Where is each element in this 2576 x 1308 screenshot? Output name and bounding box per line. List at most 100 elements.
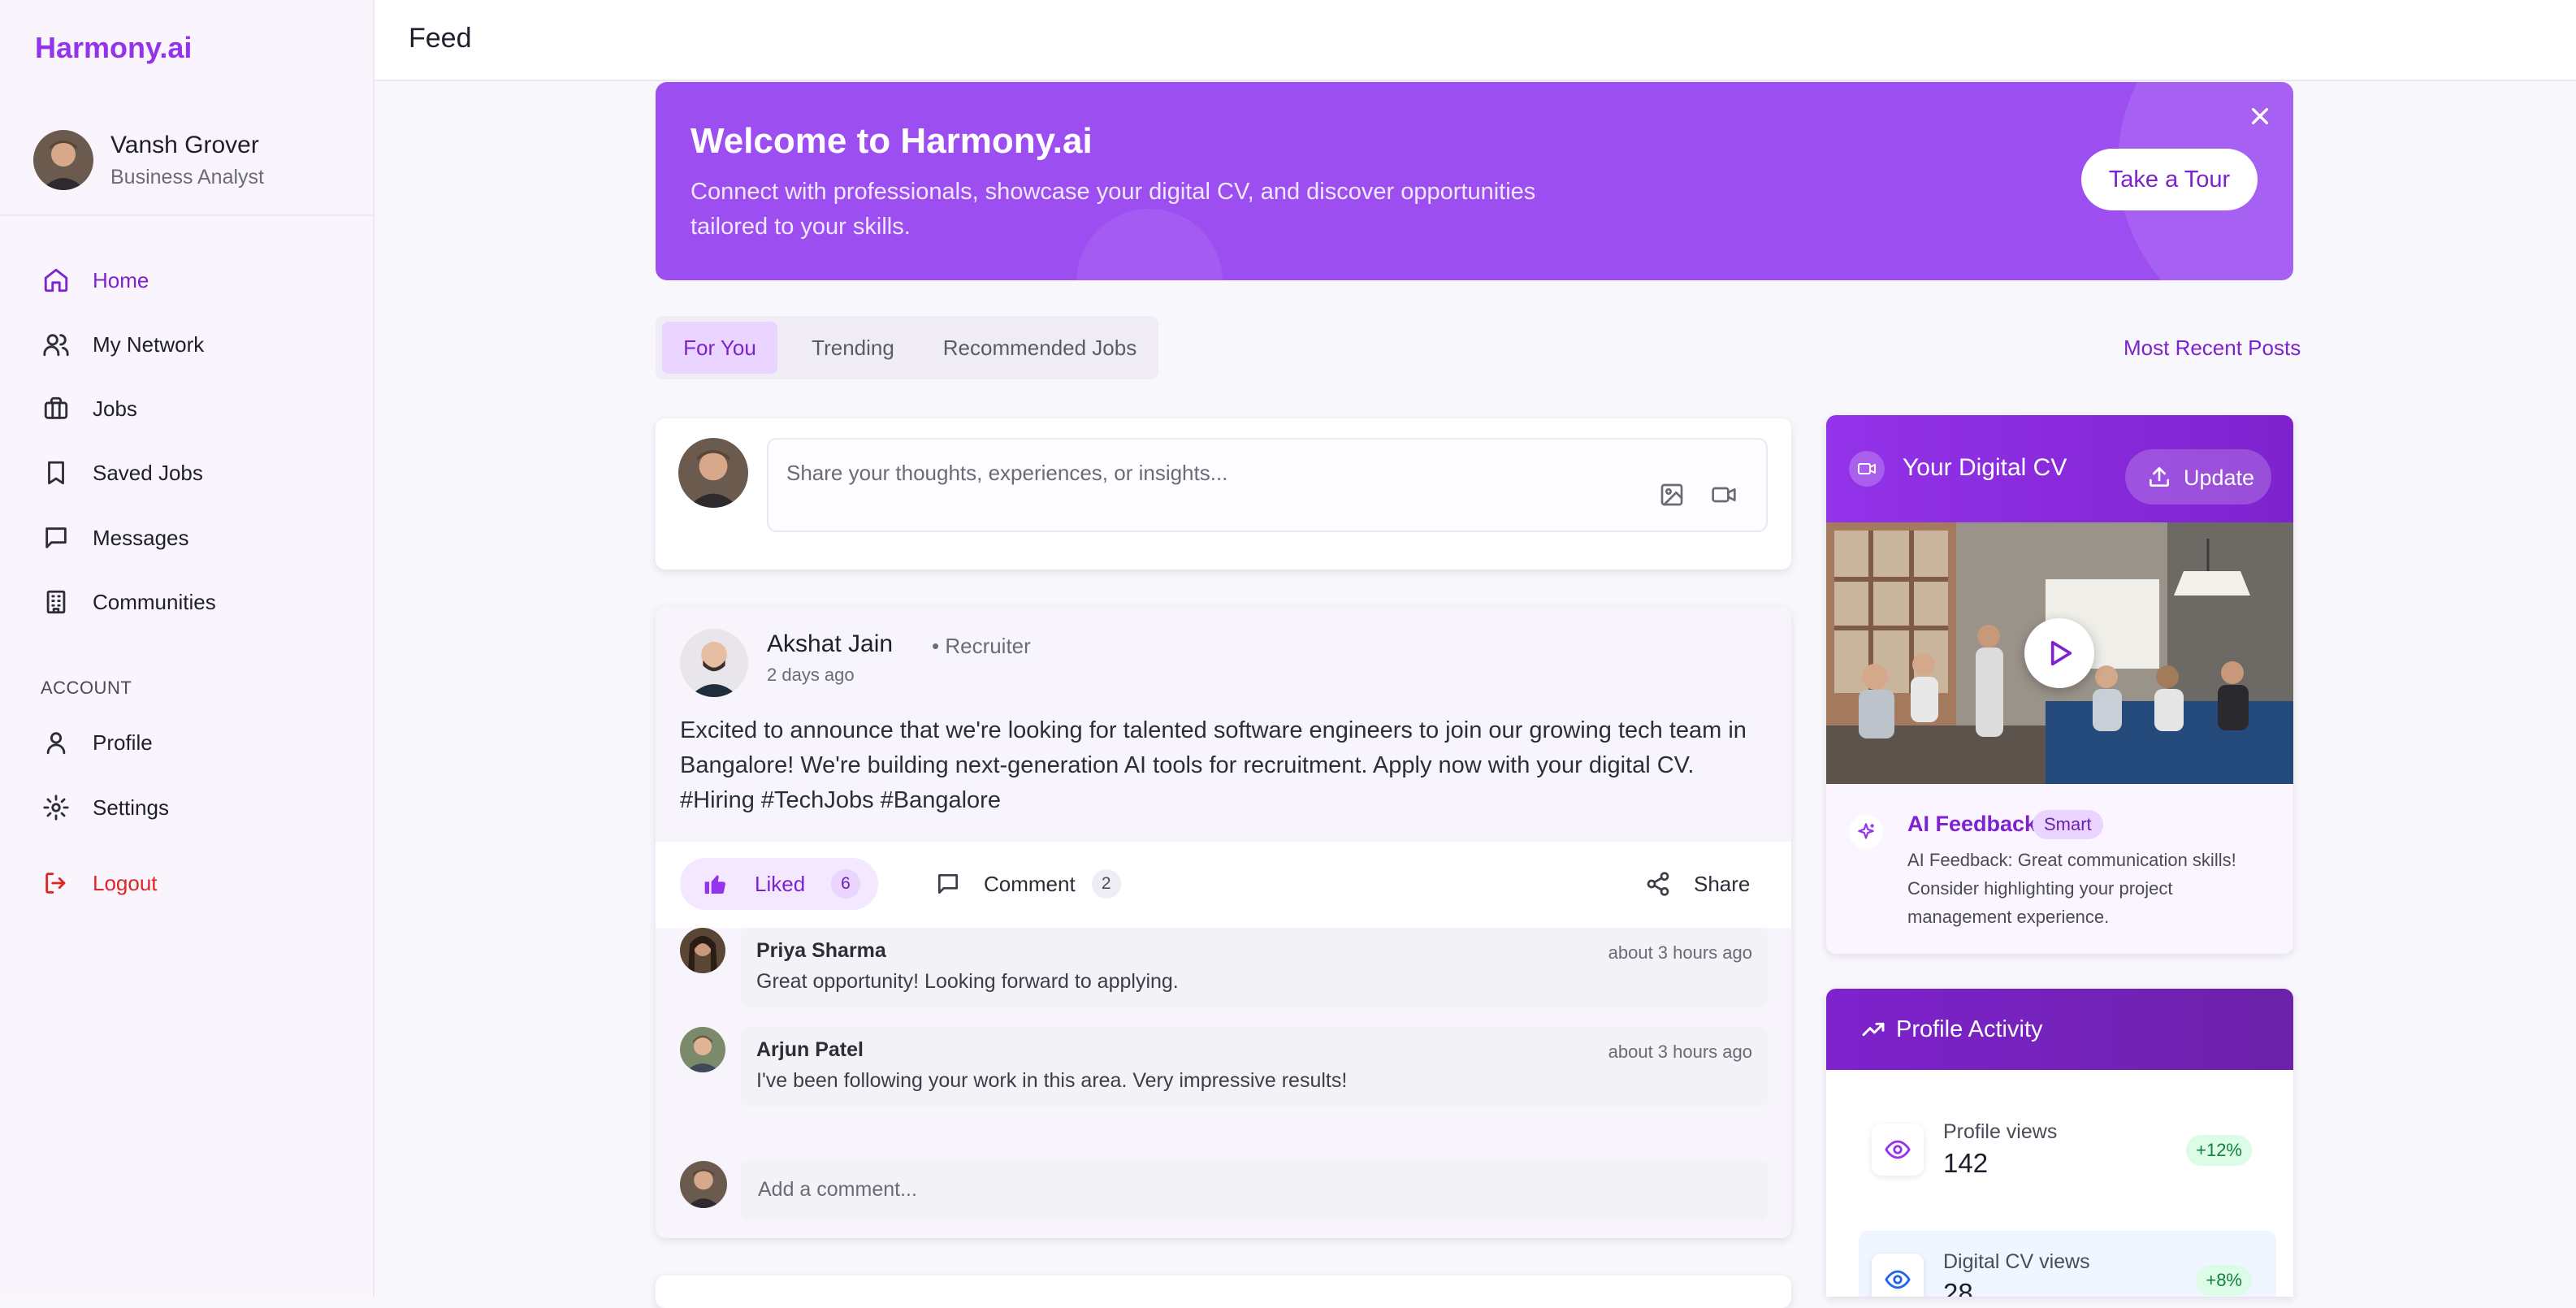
home-icon (42, 266, 70, 294)
update-label: Update (2184, 466, 2255, 490)
app-logo[interactable]: Harmony.ai (35, 31, 192, 65)
image-icon[interactable] (1659, 482, 1685, 508)
tab-trending[interactable]: Trending (786, 322, 920, 374)
profile-activity-card: Profile Activity Profile views 142 +12% … (1826, 989, 2293, 1297)
comment-item: Arjun Patel I've been following your wor… (680, 1027, 1769, 1107)
stat-value: 28 (1943, 1278, 1973, 1297)
digital-cv-header: Your Digital CV Update (1826, 415, 2293, 522)
sidebar-item-communities[interactable]: Communities (32, 577, 357, 627)
banner-text: Connect with professionals, showcase you… (691, 179, 1536, 240)
account-section-label: ACCOUNT (41, 678, 132, 698)
sidebar-item-logout[interactable]: Logout (32, 858, 357, 908)
like-button[interactable]: Liked 6 (680, 858, 878, 910)
add-comment-input[interactable]: Add a comment... (740, 1160, 1769, 1220)
briefcase-icon (42, 395, 70, 422)
feed-post (656, 1276, 1791, 1308)
comment-label: Comment (984, 871, 1076, 896)
post-action-bar: Liked 6 Comment 2 Share (656, 842, 1791, 928)
most-recent-posts-link[interactable]: Most Recent Posts (2124, 336, 2301, 361)
comment-count-badge: 2 (1091, 869, 1121, 899)
gear-icon (42, 794, 70, 821)
sidebar-item-my-network[interactable]: My Network (32, 319, 357, 370)
sidebar-item-label: Home (93, 267, 149, 292)
upload-icon (2146, 464, 2172, 490)
cv-video-thumbnail[interactable] (1826, 522, 2293, 784)
comment-author[interactable]: Arjun Patel (756, 1038, 864, 1062)
post-input-placeholder: Share your thoughts, experiences, or ins… (786, 461, 1228, 485)
comment-bubble: Arjun Patel I've been following your wor… (740, 1027, 1769, 1107)
comment-text: Great opportunity! Looking forward to ap… (756, 970, 1179, 993)
post-timestamp: 2 days ago (767, 665, 855, 685)
sidebar-item-label: Messages (93, 525, 189, 550)
digital-cv-title: Your Digital CV (1903, 454, 2067, 481)
bookmark-icon (42, 459, 70, 487)
feed-tabs: For You Trending Recommended Jobs (656, 316, 1158, 379)
sparkles-icon (1849, 815, 1883, 849)
sidebar-item-messages[interactable]: Messages (32, 513, 357, 563)
stat-digital-cv-views: Digital CV views 28 +8% (1859, 1231, 2276, 1297)
comment-item: Priya Sharma Great opportunity! Looking … (680, 928, 1769, 1007)
like-label: Liked (755, 872, 806, 896)
stat-value: 142 (1943, 1148, 1989, 1178)
share-button[interactable]: Share (1645, 858, 1750, 910)
stat-profile-views: Profile views 142 +12% (1859, 1101, 2276, 1198)
post-composer: Share your thoughts, experiences, or ins… (656, 418, 1791, 570)
thumbs-up-icon (703, 871, 729, 897)
eye-icon (1872, 1254, 1924, 1297)
stat-change-badge: +8% (2196, 1265, 2252, 1296)
stat-change-badge: +12% (2186, 1135, 2252, 1166)
comment-timestamp: about 3 hours ago (1608, 1042, 1752, 1062)
video-icon (1849, 451, 1885, 487)
tab-for-you[interactable]: For You (662, 322, 777, 374)
share-icon (1645, 871, 1671, 897)
message-icon (42, 524, 70, 552)
sidebar: Harmony.ai Vansh Grover Business Analyst… (0, 0, 374, 1297)
play-icon[interactable] (2024, 618, 2094, 688)
sidebar-item-saved-jobs[interactable]: Saved Jobs (32, 448, 357, 498)
video-icon[interactable] (1711, 482, 1737, 508)
logout-icon (42, 869, 70, 897)
welcome-banner: Welcome to Harmony.ai Connect with profe… (656, 82, 2293, 280)
users-icon (42, 331, 70, 358)
digital-cv-card: Your Digital CV Update AI Feedback Smart… (1826, 415, 2293, 954)
sidebar-item-settings[interactable]: Settings (32, 782, 357, 833)
post-author[interactable]: Akshat Jain (767, 630, 893, 658)
avatar[interactable] (680, 928, 725, 973)
comment-author[interactable]: Priya Sharma (756, 939, 886, 963)
building-icon (42, 588, 70, 616)
post-input[interactable]: Share your thoughts, experiences, or ins… (767, 438, 1768, 532)
sidebar-item-label: Settings (93, 795, 169, 820)
comment-button[interactable]: Comment 2 (935, 858, 1121, 910)
close-icon[interactable] (2244, 100, 2276, 132)
user-icon (42, 729, 70, 756)
sidebar-item-jobs[interactable]: Jobs (32, 383, 357, 434)
eye-icon (1872, 1124, 1924, 1176)
comment-timestamp: about 3 hours ago (1608, 942, 1752, 963)
post-author-role: • Recruiter (932, 634, 1031, 658)
tab-recommended-jobs[interactable]: Recommended Jobs (929, 322, 1151, 374)
user-card[interactable]: Vansh Grover Business Analyst (0, 106, 373, 216)
post-body: Excited to announce that we're looking f… (680, 717, 1747, 813)
sidebar-item-label: Jobs (93, 396, 137, 421)
ai-feedback-title: AI Feedback (1907, 812, 2037, 836)
comment-bubble: Priya Sharma Great opportunity! Looking … (740, 928, 1769, 1007)
comment-text: I've been following your work in this ar… (756, 1069, 1348, 1092)
avatar[interactable] (680, 1027, 725, 1072)
sidebar-item-home[interactable]: Home (32, 255, 357, 305)
profile-activity-header: Profile Activity (1826, 989, 2293, 1070)
update-cv-button[interactable]: Update (2125, 449, 2271, 505)
ai-feedback-text: AI Feedback: Great communication skills!… (1907, 850, 2236, 927)
avatar[interactable] (33, 130, 93, 190)
take-tour-button[interactable]: Take a Tour (2081, 149, 2258, 210)
top-header: Feed (374, 0, 2576, 81)
profile-activity-title: Profile Activity (1896, 1016, 2043, 1042)
sidebar-item-label: Saved Jobs (93, 460, 203, 485)
stat-label: Profile views (1943, 1120, 2058, 1143)
smart-badge: Smart (2033, 810, 2103, 839)
user-role: Business Analyst (110, 166, 264, 188)
avatar[interactable] (680, 629, 748, 697)
sidebar-item-label: My Network (93, 331, 205, 357)
sidebar-item-profile[interactable]: Profile (32, 717, 357, 768)
user-name: Vansh Grover (110, 132, 259, 158)
page-title: Feed (409, 23, 472, 54)
